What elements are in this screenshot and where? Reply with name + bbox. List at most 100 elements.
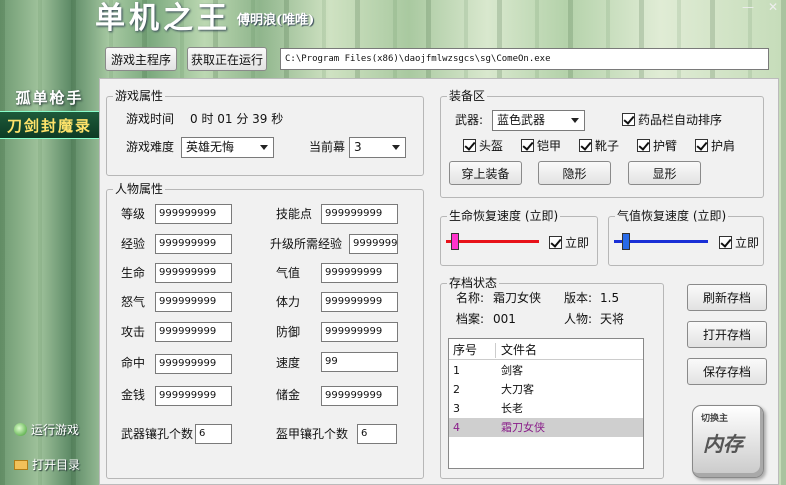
save-name-value: 霜刀女侠 <box>493 291 542 305</box>
game-time-label: 游戏时间 <box>126 112 175 126</box>
weapon-value: 蓝色武器 <box>497 113 546 127</box>
save-name-label: 名称: <box>456 291 485 305</box>
main-program-button[interactable]: 游戏主程序 <box>105 47 177 71</box>
hit-field[interactable]: 999999999 <box>155 354 232 374</box>
hp-regen-slider[interactable] <box>446 240 539 243</box>
exp-field[interactable]: 999999999 <box>155 234 232 254</box>
save-save-button[interactable]: 保存存档 <box>687 358 767 385</box>
auto-sort-checkbox[interactable]: 药品栏自动排序 <box>622 111 722 128</box>
key-small-label: 切换主 <box>701 414 729 424</box>
bracer-checkbox[interactable]: 护臂 <box>637 137 677 154</box>
sidebar-item-lone-gunner[interactable]: 孤单枪手 <box>0 83 99 111</box>
defense-field[interactable]: 999999999 <box>321 322 398 342</box>
chapter-select[interactable]: 3 <box>349 137 406 158</box>
qi-regen-title: 气值恢复速度 (立即) <box>615 209 729 223</box>
savings-label: 储金 <box>276 388 301 402</box>
attack-field[interactable]: 999999999 <box>155 322 232 342</box>
stamina-field[interactable]: 999999999 <box>321 292 398 312</box>
switch-memory-key[interactable]: 切换主 内存 <box>692 405 764 478</box>
window-controls: — ✕ <box>742 0 778 14</box>
hp-field[interactable]: 999999999 <box>155 263 232 283</box>
chevron-down-icon <box>392 145 400 150</box>
helmet-checkbox[interactable]: 头盔 <box>463 137 503 154</box>
sidebar-item-blade-demon[interactable]: 刀剑封魔录 <box>0 111 99 139</box>
character-attributes-title: 人物属性 <box>113 182 166 196</box>
hp-instant-checkbox[interactable]: 立即 <box>549 234 589 251</box>
checkbox-check-icon <box>521 139 534 152</box>
qi-instant-checkbox[interactable]: 立即 <box>719 234 759 251</box>
skill-points-label: 技能点 <box>276 207 313 221</box>
armor-checkbox[interactable]: 铠甲 <box>521 137 561 154</box>
open-directory-link[interactable]: 打开目录 <box>14 456 80 473</box>
exe-path-field[interactable]: C:\Program Files(x86)\daojfmlwzsgcs\sg\C… <box>280 48 769 70</box>
level-label: 等级 <box>121 207 146 221</box>
invisible-button[interactable]: 隐形 <box>538 161 611 185</box>
skill-points-field[interactable]: 999999999 <box>321 204 398 224</box>
level-field[interactable]: 999999999 <box>155 204 232 224</box>
helmet-slots-label: 盔甲镶孔个数 <box>276 427 349 441</box>
play-icon <box>14 423 27 436</box>
difficulty-label: 游戏难度 <box>126 140 175 154</box>
stamina-label: 体力 <box>276 295 301 309</box>
column-divider <box>495 343 496 358</box>
money-label: 金钱 <box>121 388 146 402</box>
difficulty-select[interactable]: 英雄无悔 <box>181 137 274 158</box>
shoulder-checkbox[interactable]: 护肩 <box>695 137 735 154</box>
helmet-slots-field[interactable]: 6 <box>357 424 397 444</box>
qi-field[interactable]: 999999999 <box>321 263 398 283</box>
minimize-button[interactable]: — <box>742 0 754 14</box>
upgrade-exp-field[interactable]: 9999999 <box>349 234 398 254</box>
row-no: 4 <box>453 421 460 434</box>
row-name: 大刀客 <box>501 383 534 396</box>
list-item-selected[interactable]: 4 霜刀女侠 <box>449 418 643 437</box>
shoulder-label: 护肩 <box>711 139 736 153</box>
qi-label: 气值 <box>276 266 301 280</box>
row-name: 长老 <box>501 402 523 415</box>
get-running-button[interactable]: 获取正在运行 <box>187 47 267 71</box>
list-item[interactable]: 3 长老 <box>449 399 643 418</box>
visible-button[interactable]: 显形 <box>628 161 701 185</box>
key-big-label: 内存 <box>703 432 743 456</box>
refresh-save-button[interactable]: 刷新存档 <box>687 284 767 311</box>
attack-label: 攻击 <box>121 325 146 339</box>
save-file-list[interactable]: 序号 文件名 1 剑客 2 大刀客 3 长老 4 霜刀女侠 <box>448 338 644 469</box>
defense-label: 防御 <box>276 325 301 339</box>
game-attributes-title: 游戏属性 <box>113 89 166 103</box>
col-header-name: 文件名 <box>501 343 538 357</box>
row-name: 剑客 <box>501 364 523 377</box>
qi-regen-thumb[interactable] <box>622 233 630 250</box>
app-author: 傅明浪(唯唯) <box>237 13 315 28</box>
weapon-slots-field[interactable]: 6 <box>195 424 232 444</box>
equipment-title: 装备区 <box>447 89 488 103</box>
game-attributes-group: 游戏属性 <box>106 89 424 176</box>
weapon-select[interactable]: 蓝色武器 <box>492 110 585 131</box>
chevron-down-icon <box>260 145 268 150</box>
game-time-value: 0 时 01 分 39 秒 <box>190 112 284 126</box>
chapter-label: 当前幕 <box>309 140 346 154</box>
equip-button[interactable]: 穿上装备 <box>449 161 522 185</box>
boots-label: 靴子 <box>595 139 620 153</box>
boots-checkbox[interactable]: 靴子 <box>579 137 619 154</box>
chevron-down-icon <box>571 118 579 123</box>
open-save-button[interactable]: 打开存档 <box>687 321 767 348</box>
save-version-label: 版本: <box>564 291 593 305</box>
speed-field[interactable]: 99 <box>321 352 398 372</box>
hp-regen-thumb[interactable] <box>451 233 459 250</box>
weapon-slots-label: 武器镶孔个数 <box>121 427 194 441</box>
run-game-label: 运行游戏 <box>31 423 80 437</box>
savings-field[interactable]: 999999999 <box>321 386 398 406</box>
hp-label: 生命 <box>121 266 146 280</box>
list-item[interactable]: 2 大刀客 <box>449 380 643 399</box>
checkbox-check-icon <box>637 139 650 152</box>
list-item[interactable]: 1 剑客 <box>449 361 643 380</box>
col-header-no: 序号 <box>453 343 478 357</box>
run-game-link[interactable]: 运行游戏 <box>14 421 79 438</box>
row-no: 3 <box>453 402 460 415</box>
hp-regen-title: 生命恢复速度 (立即) <box>447 209 561 223</box>
anger-field[interactable]: 999999999 <box>155 292 232 312</box>
hit-label: 命中 <box>121 356 146 370</box>
auto-sort-label: 药品栏自动排序 <box>638 113 723 127</box>
close-button[interactable]: ✕ <box>768 0 778 14</box>
money-field[interactable]: 999999999 <box>155 386 232 406</box>
helmet-label: 头盔 <box>479 139 504 153</box>
